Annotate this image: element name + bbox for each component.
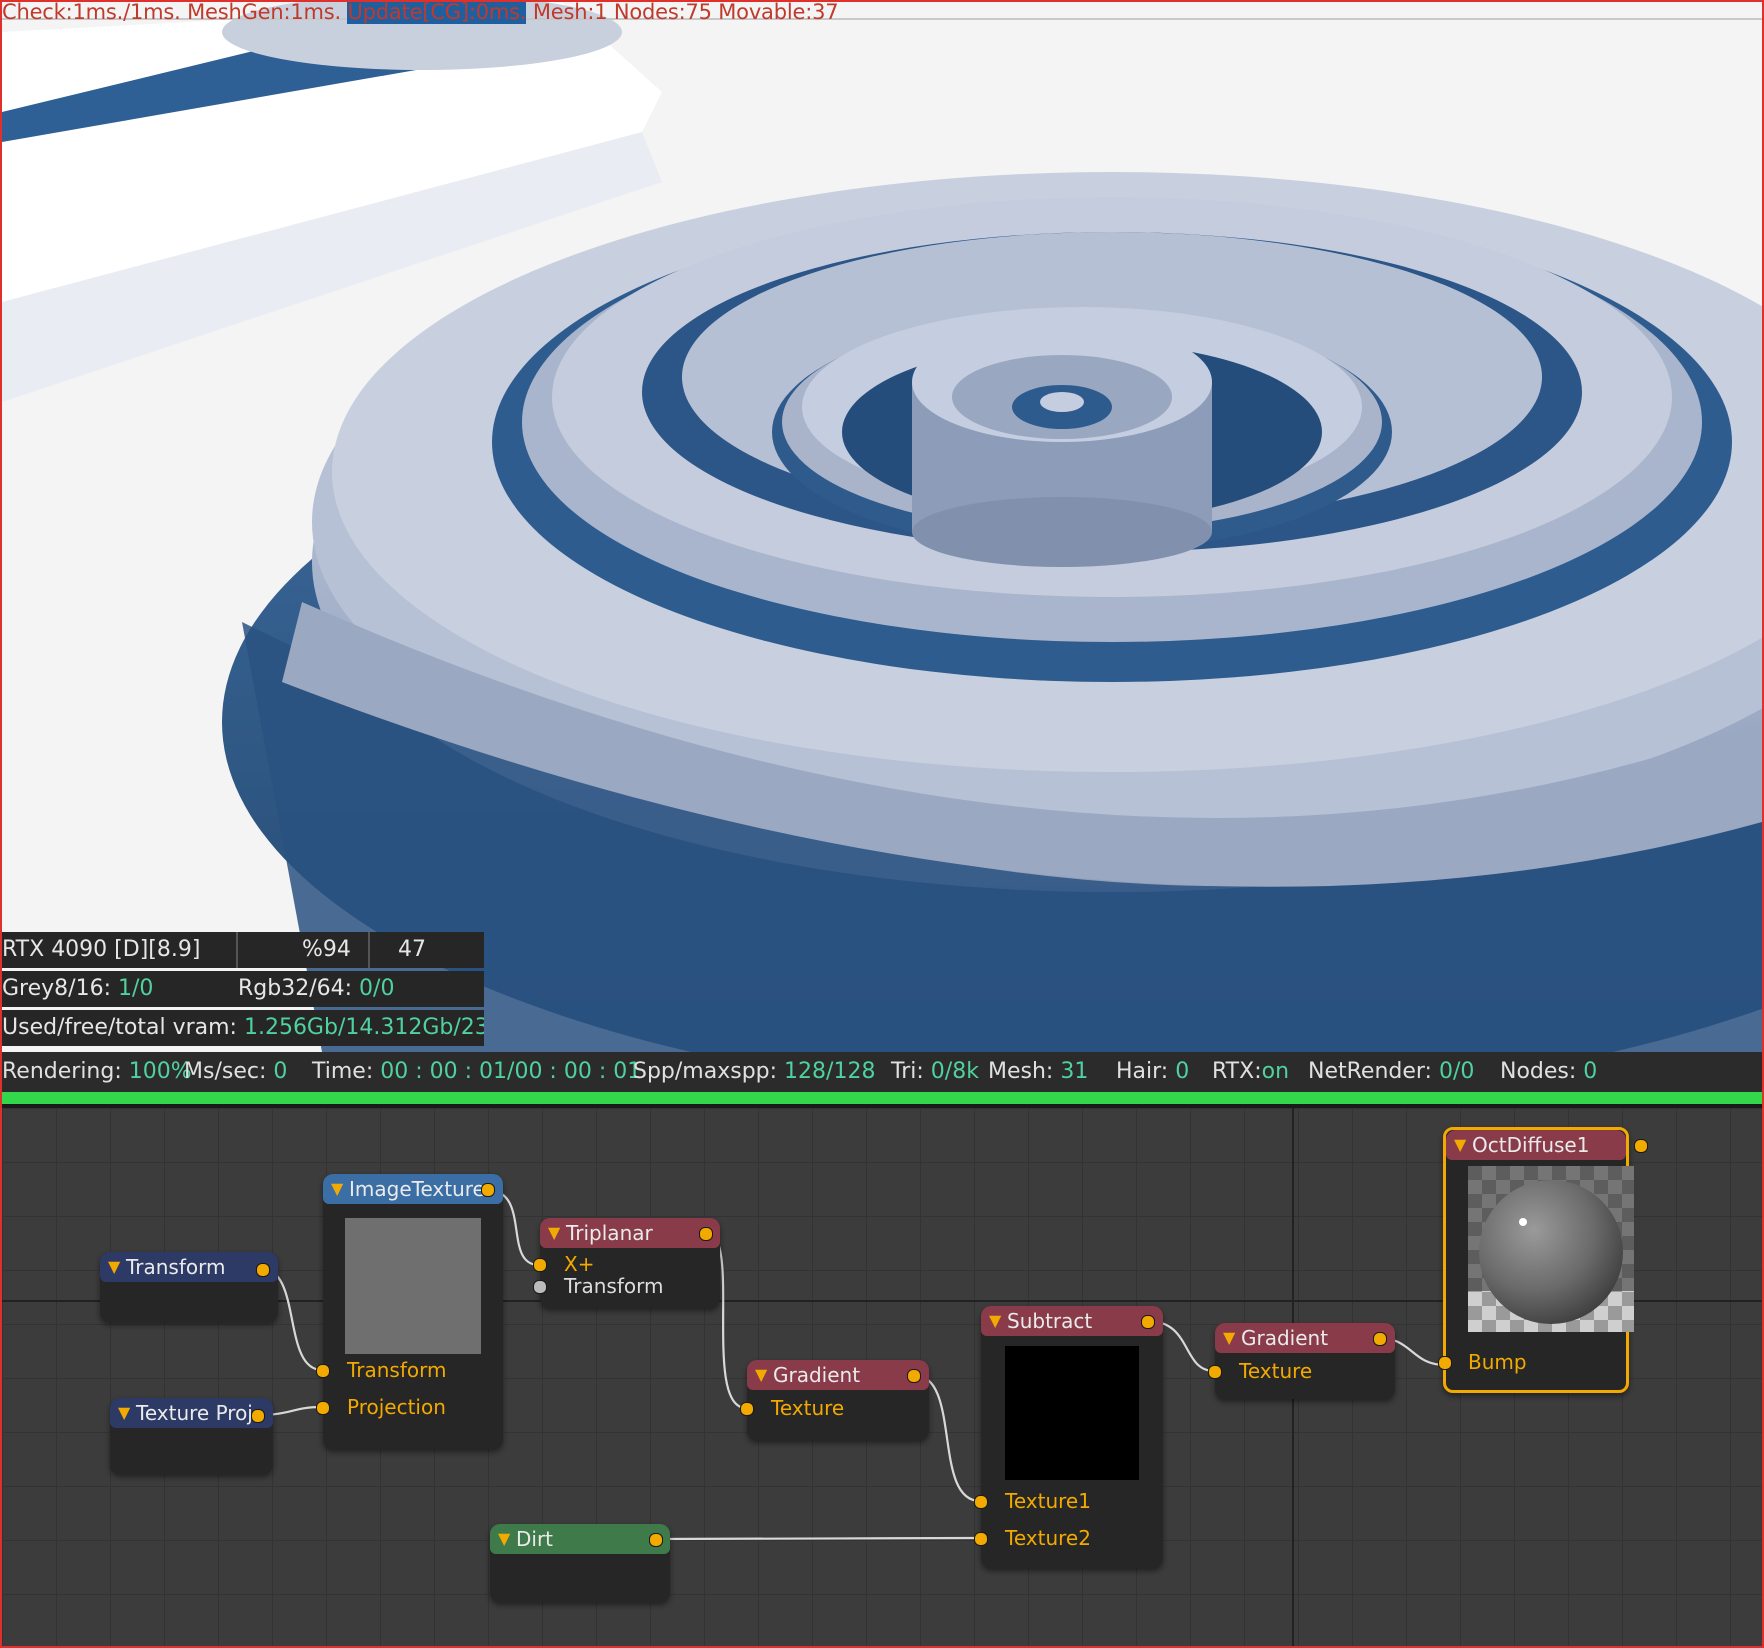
output-port[interactable] [481, 1183, 495, 1197]
node-dirt[interactable]: ▼ Dirt [490, 1524, 670, 1602]
output-port[interactable] [649, 1533, 663, 1547]
node-transform[interactable]: ▼ Transform [100, 1252, 278, 1322]
collapse-triangle-icon[interactable]: ▼ [498, 1524, 510, 1554]
render-time: Time: 00 : 00 : 01/00 : 00 : 01 [312, 1059, 642, 1084]
pin-label-x-plus: X+ [564, 1252, 595, 1276]
pin-label-projection: Projection [347, 1395, 446, 1419]
output-port[interactable] [256, 1263, 270, 1277]
collapse-triangle-icon[interactable]: ▼ [1454, 1130, 1466, 1160]
node-header[interactable]: ▼ Triplanar [540, 1218, 720, 1248]
node-title: Triplanar [566, 1221, 653, 1245]
collapse-triangle-icon[interactable]: ▼ [108, 1252, 120, 1282]
gpu-info-row: RTX 4090 [D][8.9] %94 47 [2, 932, 484, 968]
rgb-textures: Rgb32/64: 0/0 [238, 976, 395, 1001]
hair-count: Hair: 0 [1116, 1059, 1190, 1084]
node-title: Gradient [1241, 1326, 1329, 1350]
divider [236, 932, 238, 968]
node-header[interactable]: ▼ ImageTexture [323, 1174, 503, 1204]
output-port[interactable] [1141, 1315, 1155, 1329]
node-header[interactable]: ▼ Texture Proj [110, 1398, 273, 1428]
collapse-triangle-icon[interactable]: ▼ [1223, 1323, 1235, 1353]
node-header[interactable]: ▼ Dirt [490, 1524, 670, 1554]
collapse-triangle-icon[interactable]: ▼ [755, 1360, 767, 1390]
node-header[interactable]: ▼ Gradient [1215, 1323, 1395, 1353]
output-port[interactable] [1373, 1332, 1387, 1346]
rendering-status: Rendering: 100% [2, 1059, 192, 1084]
collapse-triangle-icon[interactable]: ▼ [331, 1174, 343, 1204]
input-port-texture[interactable] [740, 1402, 754, 1416]
pin-label-transform: Transform [347, 1358, 447, 1382]
node-title: Gradient [773, 1363, 861, 1387]
nodes-count: Nodes: 0 [1500, 1059, 1598, 1084]
render-image [2, 2, 1762, 1052]
app-window: Check:1ms./1ms. MeshGen:1ms. Update[CG]:… [0, 0, 1764, 1648]
output-port[interactable] [251, 1409, 265, 1423]
input-port-transform[interactable] [533, 1280, 547, 1294]
render-status-bar: Rendering: 100% Ms/sec: 0 Time: 00 : 00 … [2, 1052, 1762, 1092]
node-title: Transform [126, 1255, 226, 1279]
texture-preview [345, 1218, 481, 1354]
output-port[interactable] [699, 1227, 713, 1241]
node-title: ImageTexture [349, 1177, 485, 1201]
input-port-x-plus[interactable] [533, 1258, 547, 1272]
divider [368, 932, 370, 968]
subtract-preview [1005, 1346, 1139, 1480]
node-title: Texture Proj [136, 1401, 253, 1425]
collapse-triangle-icon[interactable]: ▼ [548, 1218, 560, 1248]
node-triplanar[interactable]: ▼ Triplanar X+ Transform [533, 1218, 720, 1308]
input-port-texture2[interactable] [974, 1532, 988, 1546]
input-port-texture[interactable] [1208, 1365, 1222, 1379]
node-header[interactable]: ▼ Transform [100, 1252, 278, 1282]
render-progress-bar [2, 1092, 1762, 1104]
vram-usage: Used/free/total vram: 1.256Gb/14.312Gb/2… [2, 1015, 484, 1040]
pin-label-transform: Transform [564, 1274, 664, 1298]
node-subtract[interactable]: ▼ Subtract Texture1 Texture2 [974, 1306, 1163, 1568]
node-texture-projection[interactable]: ▼ Texture Proj [110, 1398, 273, 1474]
net-render-status: NetRender: 0/0 [1308, 1059, 1475, 1084]
node-editor-canvas[interactable]: ▼ Transform ▼ Texture Proj ▼ ImageTexture T… [2, 1108, 1762, 1646]
pin-label-texture1: Texture1 [1005, 1489, 1091, 1513]
wire-dirt-to-subtract [654, 1536, 981, 1541]
node-header[interactable]: ▼ Gradient [747, 1360, 929, 1390]
pin-label-texture2: Texture2 [1005, 1526, 1091, 1550]
collapse-triangle-icon[interactable]: ▼ [989, 1306, 1001, 1336]
input-port-texture1[interactable] [974, 1495, 988, 1509]
render-viewport[interactable]: Check:1ms./1ms. MeshGen:1ms. Update[CG]:… [2, 2, 1762, 1052]
node-oct-diffuse[interactable]: ▼ OctDiffuse1 Bump [1438, 1127, 1648, 1393]
node-gradient-2[interactable]: ▼ Gradient Texture [1208, 1323, 1395, 1399]
output-port[interactable] [1634, 1139, 1648, 1153]
vram-row: Used/free/total vram: 1.256Gb/14.312Gb/2… [2, 1010, 484, 1046]
samples-per-pixel: Spp/maxspp: 128/128 [633, 1059, 876, 1084]
node-title: OctDiffuse1 [1472, 1133, 1590, 1157]
input-port-projection[interactable] [316, 1401, 330, 1415]
collapse-triangle-icon[interactable]: ▼ [118, 1398, 130, 1428]
texture-count-row: Grey8/16: 1/0 Rgb32/64: 0/0 [2, 971, 484, 1007]
pin-label-bump: Bump [1468, 1350, 1527, 1374]
pin-label-texture: Texture [1239, 1359, 1313, 1383]
node-image-texture[interactable]: ▼ ImageTexture Transform Projection [316, 1174, 503, 1449]
material-preview-sphere [1468, 1166, 1634, 1332]
input-port-bump[interactable] [1438, 1356, 1452, 1370]
input-port-transform[interactable] [316, 1364, 330, 1378]
gpu-usage-percent: %94 [302, 937, 351, 962]
pin-label-texture: Texture [771, 1396, 845, 1420]
gpu-temperature: 47 [398, 937, 426, 962]
node-title: Dirt [516, 1527, 554, 1551]
grey-textures: Grey8/16: 1/0 [2, 976, 154, 1001]
node-gradient[interactable]: ▼ Gradient Texture [740, 1360, 929, 1440]
triangle-count: Tri: 0/8k [891, 1059, 979, 1084]
ms-per-sec: Ms/sec: 0 [184, 1059, 288, 1084]
mesh-count: Mesh: 31 [988, 1059, 1089, 1084]
debug-timing-line: Check:1ms./1ms. MeshGen:1ms. Update[CG]:… [2, 2, 839, 24]
gpu-name: RTX 4090 [D][8.9] [2, 937, 201, 962]
output-port[interactable] [907, 1369, 921, 1383]
rtx-status: RTX:on [1212, 1059, 1290, 1084]
node-header[interactable]: ▼ OctDiffuse1 [1446, 1130, 1626, 1160]
node-title: Subtract [1007, 1309, 1093, 1333]
node-header[interactable]: ▼ Subtract [981, 1306, 1163, 1336]
